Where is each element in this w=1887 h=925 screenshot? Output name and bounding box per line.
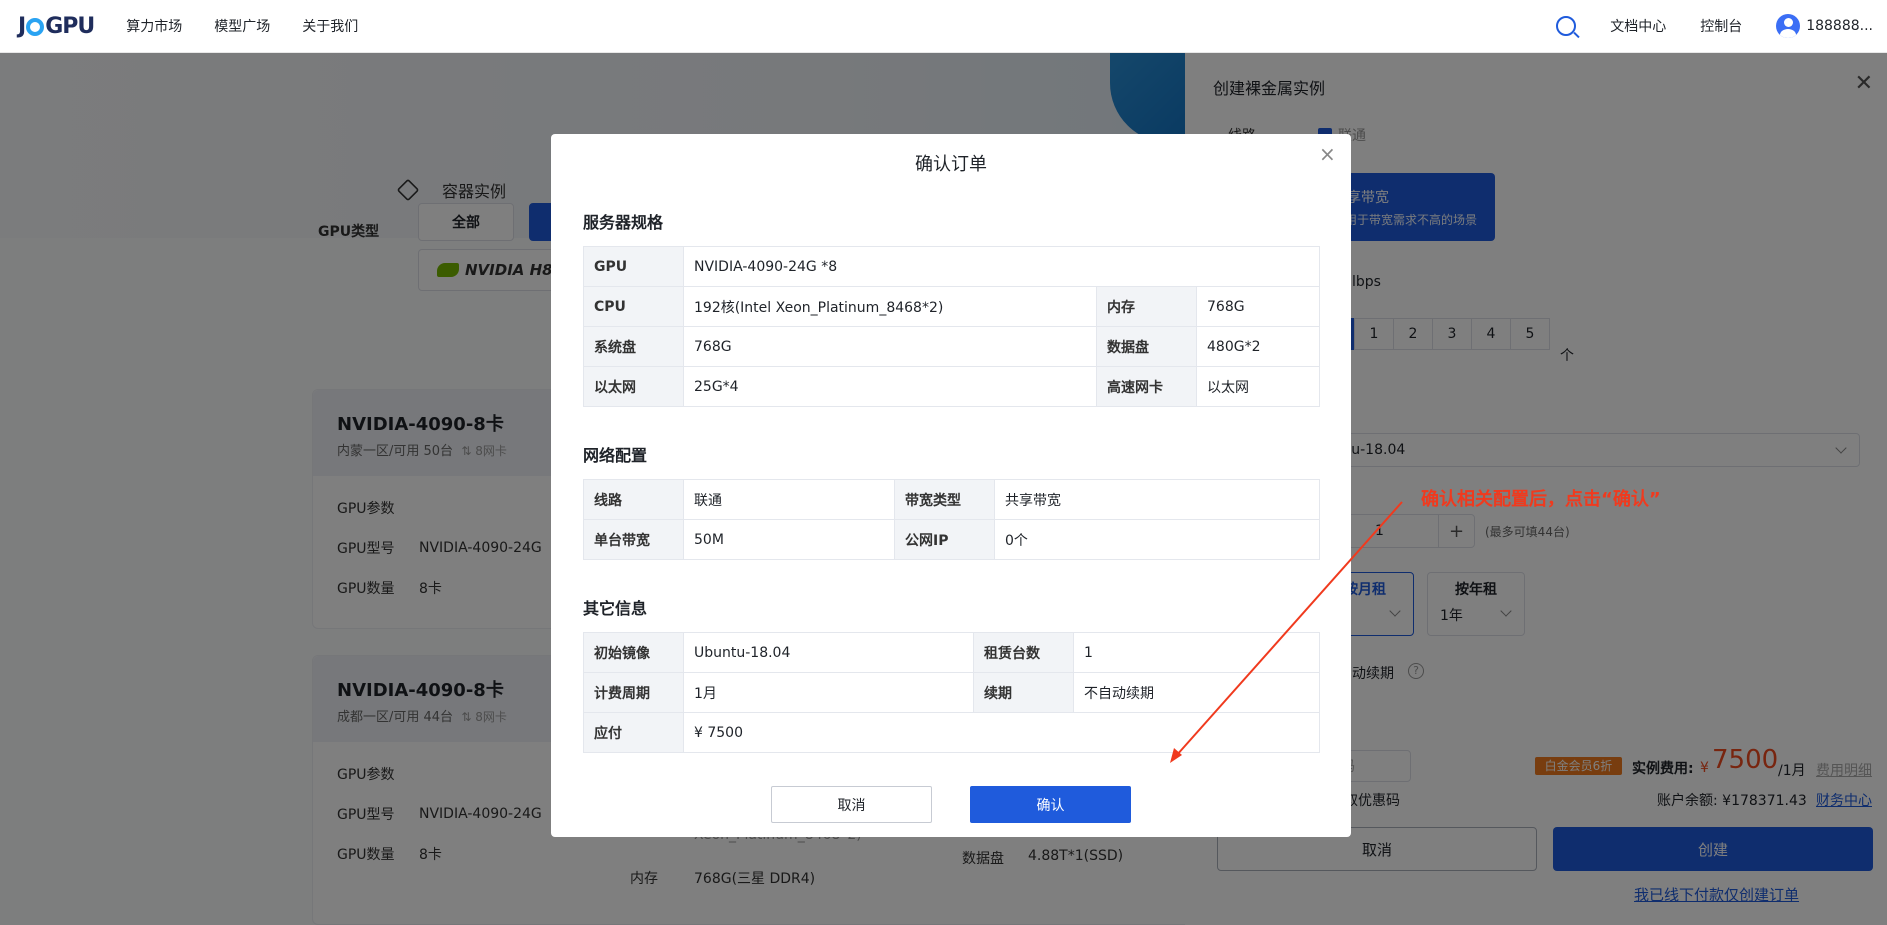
table-row: 单台带宽 50M 公网IP 0个 [583, 519, 1320, 560]
user-menu[interactable]: 188888... [1776, 14, 1873, 38]
annotation-text: 确认相关配置后，点击“确认” [1421, 489, 1661, 510]
table-row: CPU 192核(Intel Xeon_Platinum_8468*2) 内存 … [583, 286, 1320, 327]
table-row: 计费周期 1月 续期 不自动续期 [583, 672, 1320, 713]
nav-docs[interactable]: 文档中心 [1610, 16, 1666, 36]
other-info-table: 初始镜像 Ubuntu-18.04 租赁台数 1 计费周期 1月 续期 不自动续… [583, 632, 1320, 753]
nav-link-about[interactable]: 关于我们 [302, 16, 358, 36]
section-title-other: 其它信息 [583, 599, 648, 618]
nav-console[interactable]: 控制台 [1700, 16, 1742, 36]
section-title-network: 网络配置 [583, 446, 648, 465]
avatar-icon [1776, 14, 1801, 38]
top-nav: J GPU 算力市场 模型广场 关于我们 文档中心 控制台 188888... [0, 0, 1887, 53]
confirm-order-modal: 确认订单 × 服务器规格 GPU NVIDIA-4090-24G *8 CPU … [551, 134, 1351, 837]
nav-link-models[interactable]: 模型广场 [214, 16, 270, 36]
brand-logo[interactable]: J GPU [18, 14, 95, 39]
modal-cancel-button[interactable]: 取消 [771, 786, 932, 823]
nav-link-market[interactable]: 算力市场 [126, 16, 182, 36]
table-row: 系统盘 768G 数据盘 480G*2 [583, 326, 1320, 367]
section-title-server: 服务器规格 [583, 213, 664, 232]
table-row: 线路 联通 带宽类型 共享带宽 [583, 479, 1320, 520]
server-spec-table: GPU NVIDIA-4090-24G *8 CPU 192核(Intel Xe… [583, 246, 1320, 407]
network-config-table: 线路 联通 带宽类型 共享带宽 单台带宽 50M 公网IP 0个 [583, 479, 1320, 560]
table-row: 应付 ¥ 7500 [583, 712, 1320, 753]
table-row: 初始镜像 Ubuntu-18.04 租赁台数 1 [583, 632, 1320, 673]
table-row: GPU NVIDIA-4090-24G *8 [583, 246, 1320, 287]
search-icon[interactable] [1556, 16, 1577, 36]
table-row: 以太网 25G*4 高速网卡 以太网 [583, 366, 1320, 407]
user-name: 188888... [1806, 18, 1873, 34]
modal-title: 确认订单 [915, 154, 987, 175]
modal-confirm-button[interactable]: 确认 [970, 786, 1131, 823]
close-icon[interactable]: × [1319, 144, 1336, 164]
